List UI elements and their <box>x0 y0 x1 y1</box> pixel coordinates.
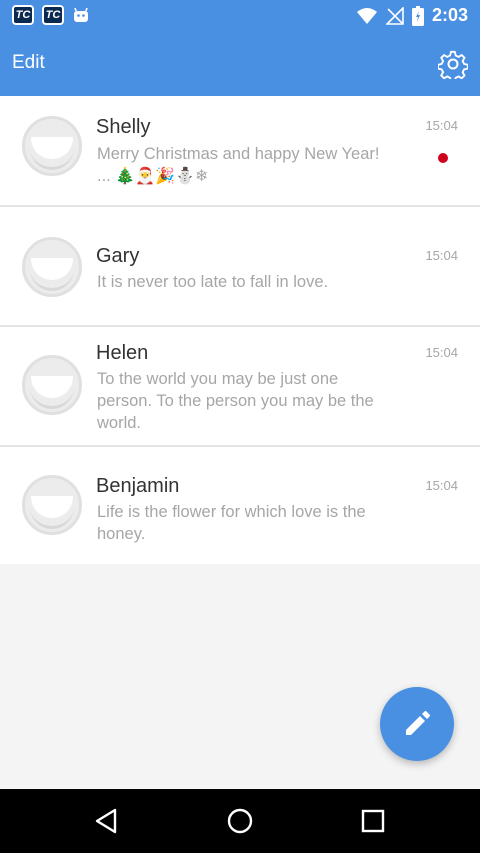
avatar <box>22 475 82 535</box>
edit-button[interactable]: Edit <box>12 52 45 74</box>
status-bar-notifications: TC TC <box>12 5 90 25</box>
home-icon[interactable] <box>225 806 255 836</box>
avatar <box>22 116 82 176</box>
message-preview: Merry Christmas and happy New Year! ... … <box>97 143 397 188</box>
conversation-item-shelly[interactable]: Shelly 15:04 Merry Christmas and happy N… <box>0 96 480 207</box>
message-time: 15:04 <box>425 248 458 263</box>
back-icon[interactable] <box>91 806 121 836</box>
pencil-icon <box>406 711 430 735</box>
message-time: 15:04 <box>425 345 458 360</box>
tc-app-icon: TC <box>42 5 64 25</box>
message-emoji: 🎄🎅🎉⛄❄ <box>115 168 209 185</box>
android-icon <box>74 7 88 22</box>
message-preview: To the world you may be just one person.… <box>97 370 374 432</box>
avatar <box>22 355 82 415</box>
gear-icon[interactable] <box>438 49 468 79</box>
recents-icon[interactable] <box>358 806 388 836</box>
battery-icon <box>411 5 424 26</box>
conversation-item-helen[interactable]: Helen 15:04 To the world you may be just… <box>0 327 480 447</box>
contact-name: Shelly <box>96 116 151 138</box>
status-time: 2:03 <box>431 5 468 25</box>
unread-indicator <box>438 153 448 163</box>
contact-name: Benjamin <box>96 475 180 497</box>
message-preview: It is never too late to fall in love. <box>97 273 329 291</box>
message-preview: Life is the flower for which love is the… <box>97 503 366 543</box>
contact-name: Gary <box>96 245 140 267</box>
compose-button[interactable] <box>380 687 454 761</box>
wifi-icon <box>356 7 377 24</box>
conversation-item-gary[interactable]: Gary 15:04 It is never too late to fall … <box>0 207 480 327</box>
conversation-list: Shelly 15:04 Merry Christmas and happy N… <box>0 96 480 564</box>
signal-icon <box>385 6 404 25</box>
avatar <box>22 237 82 297</box>
status-bar: TC TC 2:03 <box>0 0 480 32</box>
tc-app-icon: TC <box>12 5 34 25</box>
navigation-bar <box>0 789 480 853</box>
message-time: 15:04 <box>425 118 458 133</box>
contact-name: Helen <box>96 342 149 364</box>
status-bar-system: 2:03 <box>356 5 468 26</box>
app-bar: Edit <box>0 32 480 96</box>
message-time: 15:04 <box>425 478 458 493</box>
conversation-item-benjamin[interactable]: Benjamin 15:04 Life is the flower for wh… <box>0 447 480 564</box>
